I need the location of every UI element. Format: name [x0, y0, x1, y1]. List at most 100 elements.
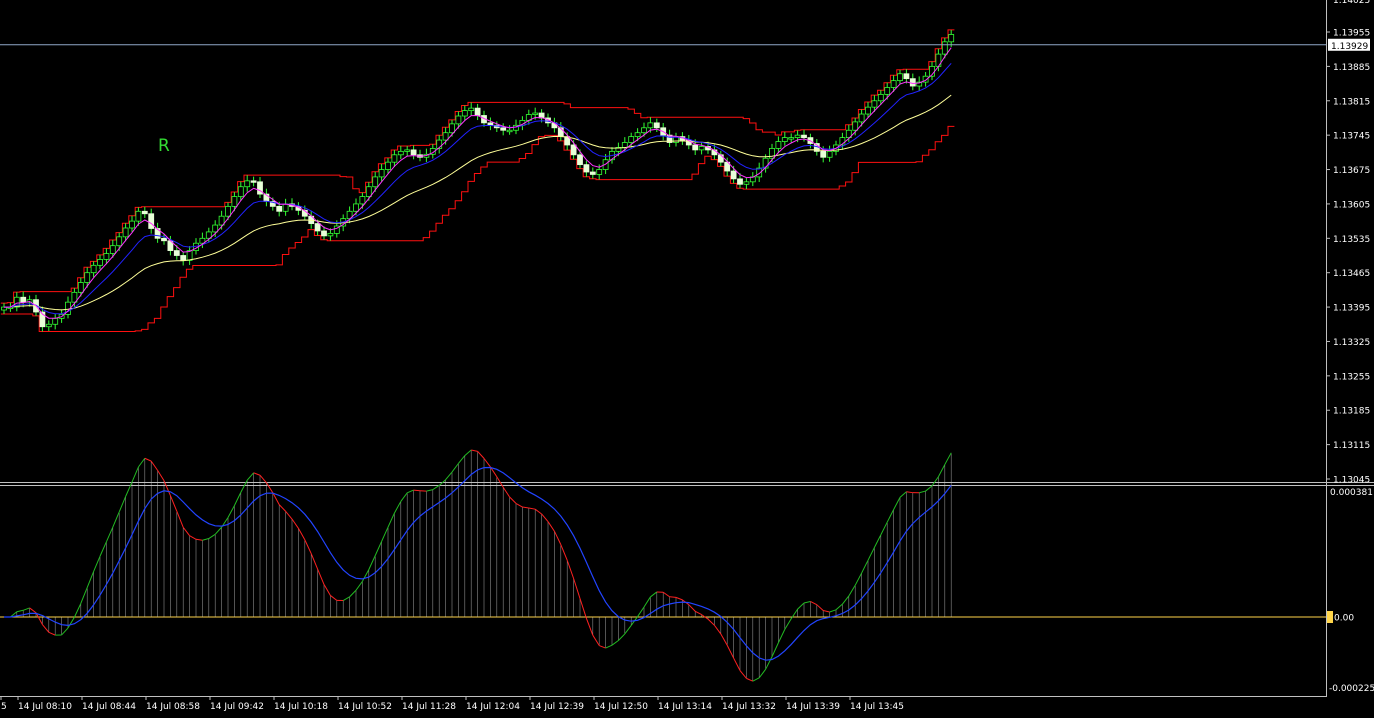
price-tick-label: 1.13675	[1333, 166, 1370, 176]
candle-body	[648, 123, 653, 128]
candle-body	[386, 162, 391, 169]
candle-body	[629, 137, 634, 143]
price-tick-label: 1.13535	[1333, 235, 1370, 245]
price-tick-label: 1.13885	[1333, 63, 1370, 73]
candle-body	[872, 101, 877, 107]
candle-body	[149, 214, 154, 229]
candle-body	[795, 135, 800, 137]
macd-main-segment	[414, 490, 420, 491]
time-tick-label: 14 Jul 13:32	[722, 702, 776, 712]
candle-body	[117, 237, 122, 246]
candle-body	[411, 150, 416, 155]
time-tick-label: 14 Jul 12:39	[530, 702, 584, 712]
candle-body	[866, 107, 871, 114]
time-tick-label: 14 Jul 08:58	[146, 702, 200, 712]
candle-body	[827, 151, 832, 157]
candle-body	[571, 145, 576, 155]
candle-body	[622, 143, 627, 148]
candle-body	[373, 177, 378, 187]
time-tick-label: 14 Jul 09:42	[210, 702, 264, 712]
time-tick-label: 14 Jul 13:14	[658, 702, 712, 712]
zero-label-box	[1327, 611, 1333, 623]
candle-body	[251, 181, 256, 183]
price-tick-label: 1.13185	[1333, 407, 1370, 417]
price-tick-label: 1.13325	[1333, 338, 1370, 348]
candle-body	[693, 145, 698, 150]
candle-body	[878, 94, 883, 100]
candle-body	[469, 108, 474, 110]
candle-body	[181, 256, 186, 261]
time-tick-label: 14 Jul 13:45	[850, 702, 904, 712]
candle-body	[456, 116, 461, 124]
candle-body	[53, 318, 58, 324]
candle-body	[853, 122, 858, 130]
candle-body	[949, 34, 954, 41]
candle-body	[821, 151, 826, 157]
candle-body	[590, 172, 595, 174]
indicator-zero-label: 0.00	[1334, 614, 1354, 624]
candle-body	[744, 182, 749, 184]
time-tick-label: 14 Jul 10:52	[338, 702, 392, 712]
candle-body	[174, 251, 179, 256]
candle-body	[366, 187, 371, 197]
bid-price-label: 1.13929	[1331, 42, 1368, 52]
candle-body	[245, 181, 250, 187]
candle-body	[405, 150, 410, 152]
candle-body	[450, 124, 455, 133]
candle-body	[98, 259, 103, 265]
trading-chart[interactable]: 1.13929 R 1.139551.138851.138151.137451.…	[0, 0, 1374, 714]
candle-body	[699, 146, 704, 149]
candle-body	[731, 171, 736, 179]
price-axis: 1.139551.138851.138151.137451.136751.136…	[1326, 0, 1370, 486]
candle-body	[782, 138, 787, 142]
price-tick-label: 1.13815	[1333, 97, 1370, 107]
price-tick-label: 1.13955	[1333, 29, 1370, 39]
price-tick-label: 1.13605	[1333, 200, 1370, 210]
candle-body	[776, 142, 781, 149]
price-tick-label: 1.13115	[1333, 441, 1370, 451]
candle-body	[232, 197, 237, 207]
candle-body	[597, 170, 602, 175]
candle-body	[789, 138, 794, 140]
candle-body	[142, 211, 147, 213]
candle-body	[104, 254, 109, 260]
candle-body	[443, 133, 448, 140]
time-tick-label: 14 Jul 11:28	[402, 702, 456, 712]
time-tick-label: 14 Jul 08:10	[18, 702, 72, 712]
candle-body	[110, 246, 115, 254]
time-tick-label: 14 Jul 08:44	[82, 702, 136, 712]
indicator-bottom-label: -0.000225	[1329, 684, 1374, 694]
candle-body	[78, 283, 83, 293]
candle-body	[238, 187, 243, 197]
candle-body	[354, 204, 359, 211]
time-tick-label: 14 Jul 12:50	[594, 702, 648, 712]
candle-body	[501, 128, 506, 130]
candle-body	[398, 151, 403, 154]
price-tick-label: 1.13465	[1333, 269, 1370, 279]
candle-body	[942, 42, 947, 54]
price-tick-label-partial: 1.14025	[1333, 0, 1370, 6]
candle-body	[802, 135, 807, 137]
candle-body	[635, 133, 640, 137]
candle-body	[654, 123, 659, 128]
candle-body	[578, 155, 583, 165]
time-tick-label: 5	[1, 702, 7, 712]
candle-body	[162, 238, 167, 240]
candle-body	[885, 88, 890, 95]
chart-background	[0, 0, 1374, 714]
candle-body	[226, 206, 231, 216]
chart-canvas[interactable]: 1.13929 R 1.139551.138851.138151.137451.…	[0, 0, 1374, 714]
price-tick-label: 1.13395	[1333, 304, 1370, 314]
time-tick-label: 14 Jul 13:39	[786, 702, 840, 712]
candle-body	[123, 228, 128, 237]
candle-body	[642, 128, 647, 133]
candle-body	[891, 81, 896, 88]
candle-body	[21, 297, 26, 302]
candle-body	[584, 165, 589, 172]
candle-body	[859, 114, 864, 122]
candle-body	[898, 74, 903, 81]
candle-body	[462, 111, 467, 116]
candle-body	[488, 123, 493, 125]
price-tick-label: 1.13255	[1333, 372, 1370, 382]
price-tick-label: 1.13045	[1333, 476, 1370, 486]
